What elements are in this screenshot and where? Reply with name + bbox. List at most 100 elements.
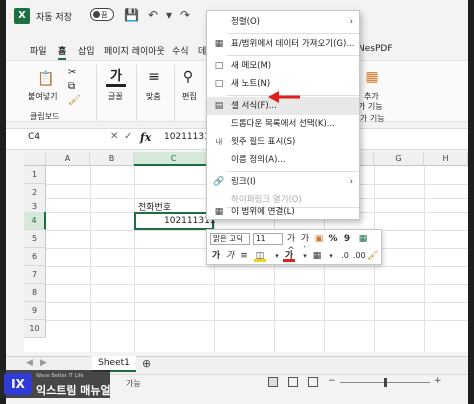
zoom-in-icon[interactable]: + [434,376,442,386]
italic-icon[interactable]: 가 [224,250,236,262]
comma-style-icon[interactable]: 9 [341,233,353,245]
next-sheet-icon[interactable]: ▶ [40,358,47,368]
tab-home[interactable]: 홈 [58,44,67,60]
cancel-icon[interactable]: ✕ [110,131,118,142]
undo-icon[interactable]: ↶ [146,8,160,22]
menu-item-link-range[interactable]: ▦ 이 범위에 연결(L) [207,203,359,219]
toggle-state-label: 끔 [101,11,108,19]
watermark-logo: IX [4,373,32,395]
watermark-subtitle: Wave Better IT Life [36,373,84,379]
chevron-down-icon[interactable]: ▾ [299,250,311,262]
column-header[interactable]: H [424,152,468,166]
column-header[interactable]: G [374,152,424,166]
shrink-font-icon[interactable]: 가` [299,233,311,256]
font-size-box[interactable]: 11 [253,233,283,245]
align-center-icon[interactable]: ≡ [238,250,250,262]
enter-icon[interactable]: ✓ [124,131,132,142]
table-icon: ▦ [214,39,224,49]
format-cells-icon: ▤ [214,101,224,111]
mini-toolbar: 맑은 고딕 11 가^ 가` ▣ % 9 ▦ 가 가 ≡ ◫ ▾ 가 ▾ ▦ ▾… [206,229,382,265]
note-icon: □ [214,79,224,89]
row-header[interactable]: 7 [24,266,46,284]
chevron-down-icon[interactable]: ▾ [325,250,337,262]
grid-line [424,166,425,352]
prev-sheet-icon[interactable]: ◀ [26,358,33,368]
search-icon[interactable]: ⚲ [178,67,198,87]
decrease-decimal-icon[interactable]: .0 [339,250,351,262]
add-ins-label-2: 가 기능 [358,102,383,111]
add-sheet-icon[interactable]: ⊕ [142,357,151,370]
accounting-format-icon[interactable]: ▣ [313,233,325,245]
row-header[interactable]: 4 [24,212,46,230]
chevron-down-icon[interactable]: ▾ [271,250,283,262]
menu-item-sort[interactable]: 정렬(O) › [207,13,359,31]
red-arrow-annotation [268,91,300,103]
status-text: 가능 [126,379,141,388]
row-header[interactable]: 10 [24,320,46,338]
menu-item-link[interactable]: 🔗 링크(I) › [207,173,359,191]
select-all-corner[interactable] [24,152,46,166]
grow-font-icon[interactable]: 가^ [285,233,297,256]
tab-file[interactable]: 파일 [30,44,47,57]
column-header[interactable]: B [90,152,134,166]
copy-icon[interactable]: ⧉ [68,81,75,92]
menu-item-pick-list[interactable]: 드롭다운 목록에서 선택(K)... [207,115,359,133]
autosave-label: 자동 저장 [36,13,72,23]
borders-icon[interactable]: ▦ [311,250,323,262]
increase-decimal-icon[interactable]: .00 [353,250,366,262]
zoom-out-icon[interactable]: − [328,376,336,386]
range-link-icon: ▦ [214,207,224,217]
page-layout-view-icon[interactable] [288,377,298,387]
ribbon-divider [136,65,137,121]
format-painter-icon[interactable]: 🖌 [367,250,379,262]
menu-separator [227,171,359,172]
name-box[interactable]: C4 [28,132,40,142]
insert-function-icon[interactable]: fx [140,131,151,144]
undo-dropdown-icon[interactable]: ▾ [162,8,176,22]
font-name-box[interactable]: 맑은 고딕 [210,233,250,245]
context-menu: 정렬(O) › ▦ 표/범위에서 데이터 가져오기(G)... □ 새 메모(M) □… [206,10,360,220]
normal-view-icon[interactable] [268,377,278,387]
font-color-icon[interactable]: 가 [283,250,295,262]
paste-label: 붙여넣기 [28,92,58,101]
bold-icon[interactable]: 가 [210,250,222,262]
add-ins-icon[interactable]: ▦ [362,67,382,87]
grid-line [46,302,468,303]
align-icon[interactable]: ≡ [144,67,164,87]
tab-nespdf[interactable]: NesPDF [358,44,393,54]
menu-item-new-comment[interactable]: □ 새 메모(M) [207,57,359,75]
menu-item-define-name[interactable]: 이름 정의(A)... [207,151,359,169]
tab-insert[interactable]: 삽입 [78,44,95,57]
row-header[interactable]: 8 [24,284,46,302]
format-painter-icon[interactable]: 🖌 [68,95,81,106]
save-icon[interactable]: 💾 [124,8,139,22]
grid-line [90,166,91,352]
paste-icon[interactable]: 📋 [36,69,56,89]
font-icon[interactable]: 가 [106,67,126,87]
menu-separator [227,33,359,34]
row-header[interactable]: 6 [24,248,46,266]
page-break-view-icon[interactable] [308,377,318,387]
sort-icon [213,16,225,28]
tab-formulas[interactable]: 수식 [172,44,189,57]
ribbon-divider [96,65,97,121]
chevron-right-icon: › [349,17,353,27]
tab-page-layout[interactable]: 페이지 레이아웃 [104,44,165,57]
autosave-toggle[interactable]: 끔 [90,8,114,21]
redo-icon[interactable]: ↷ [178,8,192,22]
edit-label: 편집 [182,92,197,101]
row-header[interactable]: 5 [24,230,46,248]
column-header[interactable]: A [46,152,90,166]
row-header[interactable]: 9 [24,302,46,320]
fill-color-icon[interactable]: ◫ [254,250,266,262]
toggle-knob [93,11,100,18]
percent-style-icon[interactable]: % [327,233,339,245]
column-header[interactable]: C [134,152,214,166]
row-header[interactable]: 1 [24,166,46,184]
cut-icon[interactable]: ✂ [68,67,76,78]
zoom-slider-thumb[interactable] [384,378,387,387]
menu-item-get-data[interactable]: ▦ 표/범위에서 데이터 가져오기(G)... [207,35,359,53]
align-label: 맞춤 [146,92,161,101]
format-table-icon[interactable]: ▦ [357,233,369,245]
menu-item-phonetic[interactable]: 내 윗주 필드 표시(S) [207,133,359,151]
